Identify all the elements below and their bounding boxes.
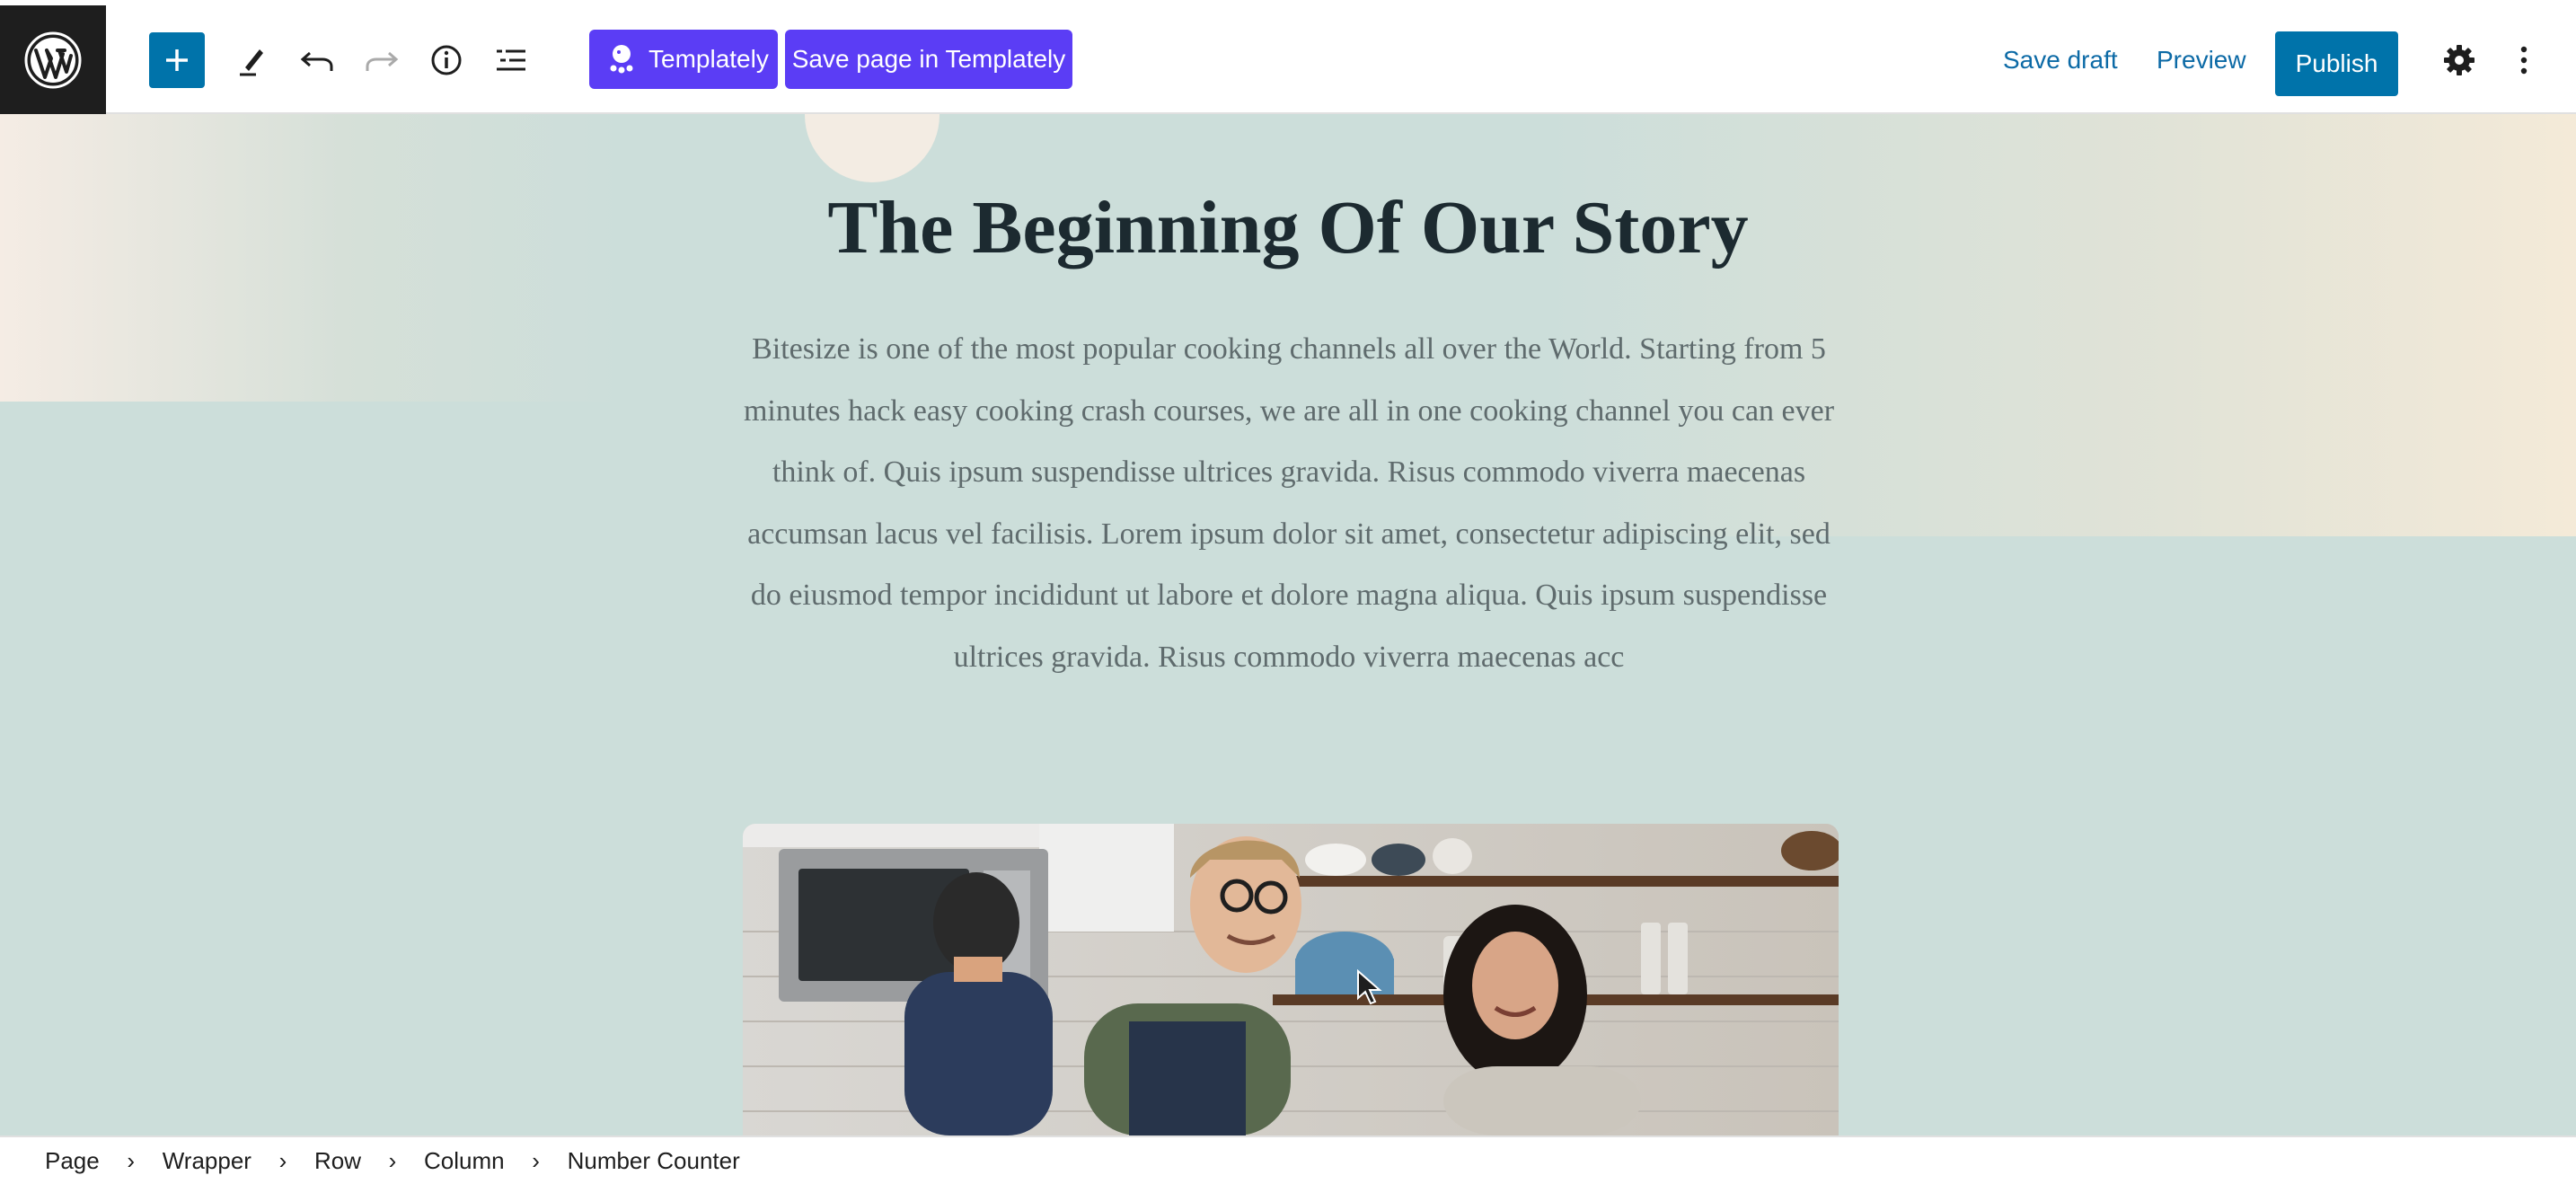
add-block-button[interactable] xyxy=(149,32,205,88)
redo-icon xyxy=(366,51,399,71)
redo-button[interactable] xyxy=(354,32,410,88)
save-draft-button[interactable]: Save draft xyxy=(2003,32,2118,88)
list-view-icon xyxy=(497,49,525,71)
story-heading[interactable]: The Beginning Of Our Story xyxy=(0,184,2576,271)
save-draft-label: Save draft xyxy=(2003,46,2118,74)
pencil-icon xyxy=(240,49,263,76)
breadcrumb-column[interactable]: Column xyxy=(424,1147,505,1175)
save-in-templately-button[interactable]: Save page in Templately xyxy=(785,30,1072,89)
editor-canvas[interactable]: The Beginning Of Our Story Bitesize is o… xyxy=(0,114,2576,1135)
breadcrumb-row[interactable]: Row xyxy=(314,1147,361,1175)
kitchen-scene-image xyxy=(743,824,1839,1135)
details-button[interactable] xyxy=(419,32,474,88)
breadcrumb-page[interactable]: Page xyxy=(45,1147,100,1175)
publish-button[interactable]: Publish xyxy=(2275,31,2398,96)
story-paragraph[interactable]: Bitesize is one of the most popular cook… xyxy=(737,319,1841,688)
chevron-right-icon: › xyxy=(127,1146,136,1174)
templately-label: Templately xyxy=(648,45,769,73)
options-button[interactable] xyxy=(2496,32,2552,88)
settings-button[interactable] xyxy=(2431,32,2487,88)
save-in-templately-label: Save page in Templately xyxy=(791,45,1066,73)
wordpress-logo-button[interactable] xyxy=(0,5,106,114)
more-vertical-icon xyxy=(2520,46,2527,75)
undo-button[interactable] xyxy=(289,32,345,88)
templately-button[interactable]: Templately xyxy=(589,30,778,89)
block-breadcrumb: Page › Wrapper › Row › Column › Number C… xyxy=(0,1135,2576,1184)
chevron-right-icon: › xyxy=(532,1146,540,1174)
tools-button[interactable] xyxy=(225,32,280,88)
editor-toolbar: Templately Save page in Templately Save … xyxy=(0,5,2576,114)
breadcrumb-wrapper[interactable]: Wrapper xyxy=(163,1147,251,1175)
chevron-right-icon: › xyxy=(278,1146,287,1174)
gear-icon xyxy=(2444,45,2475,75)
breadcrumb-number-counter[interactable]: Number Counter xyxy=(568,1147,740,1175)
chevron-right-icon: › xyxy=(388,1146,397,1174)
info-icon xyxy=(431,45,462,75)
preview-label: Preview xyxy=(2157,46,2246,74)
templately-logo-icon xyxy=(610,45,633,74)
decorative-circle xyxy=(805,114,940,182)
undo-icon xyxy=(300,51,333,71)
preview-button[interactable]: Preview xyxy=(2157,32,2246,88)
list-view-button[interactable] xyxy=(483,32,539,88)
wordpress-icon xyxy=(24,31,82,88)
mouse-cursor-icon xyxy=(1357,969,1382,1005)
plus-icon xyxy=(166,49,188,71)
publish-label: Publish xyxy=(2295,49,2378,77)
kitchen-photo[interactable] xyxy=(743,824,1839,1135)
